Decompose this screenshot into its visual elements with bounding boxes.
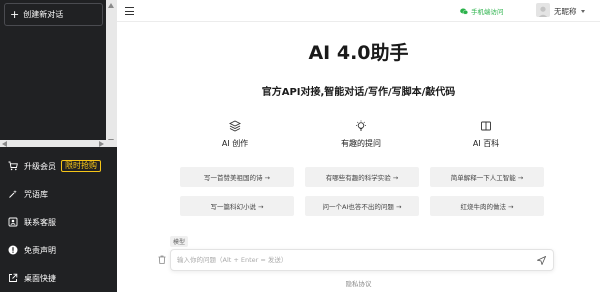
- sidebar-item-spell-library[interactable]: 咒语库: [0, 180, 117, 208]
- wechat-icon: [460, 8, 468, 14]
- column-ai-encyclopedia: AI 百科: [426, 120, 546, 149]
- chevron-down-icon: [580, 10, 585, 13]
- magic-wand-icon: [9, 190, 17, 198]
- user-icon: [538, 6, 548, 17]
- username-label: 无昵称: [554, 7, 577, 16]
- contact-icon: [8, 217, 18, 227]
- lightbulb-icon: [356, 120, 366, 131]
- book-icon: [481, 121, 491, 131]
- sidebar: + 创建新对话 升级会员 限时抢购 咒语库 联系客服 免责声明 桌面快捷: [0, 0, 117, 292]
- prompt-suggestion[interactable]: 有哪些有趣的科学实验 →: [305, 167, 419, 187]
- column-ai-creation: AI 创作: [175, 120, 295, 149]
- chat-input-box: [170, 249, 554, 271]
- user-menu[interactable]: 无昵称: [554, 6, 585, 17]
- promo-badge[interactable]: 限时抢购: [61, 159, 101, 173]
- sidebar-item-label: 联系客服: [24, 217, 56, 227]
- model-selector[interactable]: 模型: [170, 236, 189, 247]
- alert-icon: [8, 245, 18, 255]
- column-label: AI 百科: [472, 139, 500, 148]
- chat-input[interactable]: [177, 253, 517, 267]
- avatar[interactable]: [536, 3, 550, 17]
- prompt-suggestion[interactable]: 简单解释一下人工智能 →: [430, 167, 544, 187]
- scroll-right-arrow-icon[interactable]: [99, 140, 104, 147]
- sidebar-menu: 升级会员 限时抢购 咒语库 联系客服 免责声明 桌面快捷: [0, 152, 117, 292]
- external-link-icon: [9, 273, 18, 282]
- sidebar-item-label: 升级会员: [24, 161, 56, 171]
- top-bar: 手机端访问 无昵称: [117, 0, 600, 22]
- layers-icon: [229, 120, 241, 132]
- privacy-link[interactable]: 隐私协议: [117, 278, 600, 288]
- new-chat-label: 创建新对话: [23, 10, 64, 19]
- column-label: 有趣的提问: [341, 139, 381, 148]
- column-interesting-questions: 有趣的提问: [301, 120, 421, 149]
- send-icon[interactable]: [537, 256, 546, 265]
- prompt-suggestion[interactable]: 写一首赞美祖国的诗 →: [180, 167, 294, 187]
- horizontal-scrollbar[interactable]: [0, 140, 117, 147]
- sidebar-item-contact[interactable]: 联系客服: [0, 208, 117, 236]
- page-subtitle: 官方API对接,智能对话/写作/写脚本/敲代码: [261, 87, 456, 98]
- prompt-suggestion[interactable]: 红烧牛肉的做法 →: [430, 196, 544, 216]
- column-label: AI 创作: [221, 139, 249, 148]
- phone-access-link[interactable]: 手机端访问: [460, 6, 504, 16]
- scroll-left-arrow-icon[interactable]: [2, 140, 7, 147]
- prompt-suggestion[interactable]: 问一个AI也答不出的问题 →: [305, 196, 419, 216]
- new-chat-button[interactable]: + 创建新对话: [4, 3, 103, 26]
- cart-icon: [8, 161, 18, 171]
- sidebar-item-label: 桌面快捷: [24, 273, 56, 283]
- trash-icon[interactable]: [158, 255, 166, 264]
- page-title: AI 4.0助手: [308, 42, 409, 64]
- plus-icon: +: [10, 8, 20, 21]
- main-panel: 手机端访问 无昵称 AI 4.0助手 官方API对接,智能对话/写作/写脚本/敲…: [117, 0, 600, 292]
- vertical-scrollbar[interactable]: [106, 0, 117, 147]
- phone-access-label: 手机端访问: [471, 8, 504, 16]
- sidebar-item-upgrade[interactable]: 升级会员 限时抢购: [0, 152, 117, 180]
- sidebar-item-disclaimer[interactable]: 免责声明: [0, 236, 117, 264]
- sidebar-item-label: 免责声明: [24, 245, 56, 255]
- sidebar-item-label: 咒语库: [24, 189, 48, 199]
- sidebar-item-desktop-shortcut[interactable]: 桌面快捷: [0, 264, 117, 292]
- scroll-up-arrow-icon[interactable]: [108, 3, 114, 8]
- menu-toggle-icon[interactable]: [125, 7, 134, 15]
- prompt-suggestion[interactable]: 写一篇科幻小说 →: [180, 196, 294, 216]
